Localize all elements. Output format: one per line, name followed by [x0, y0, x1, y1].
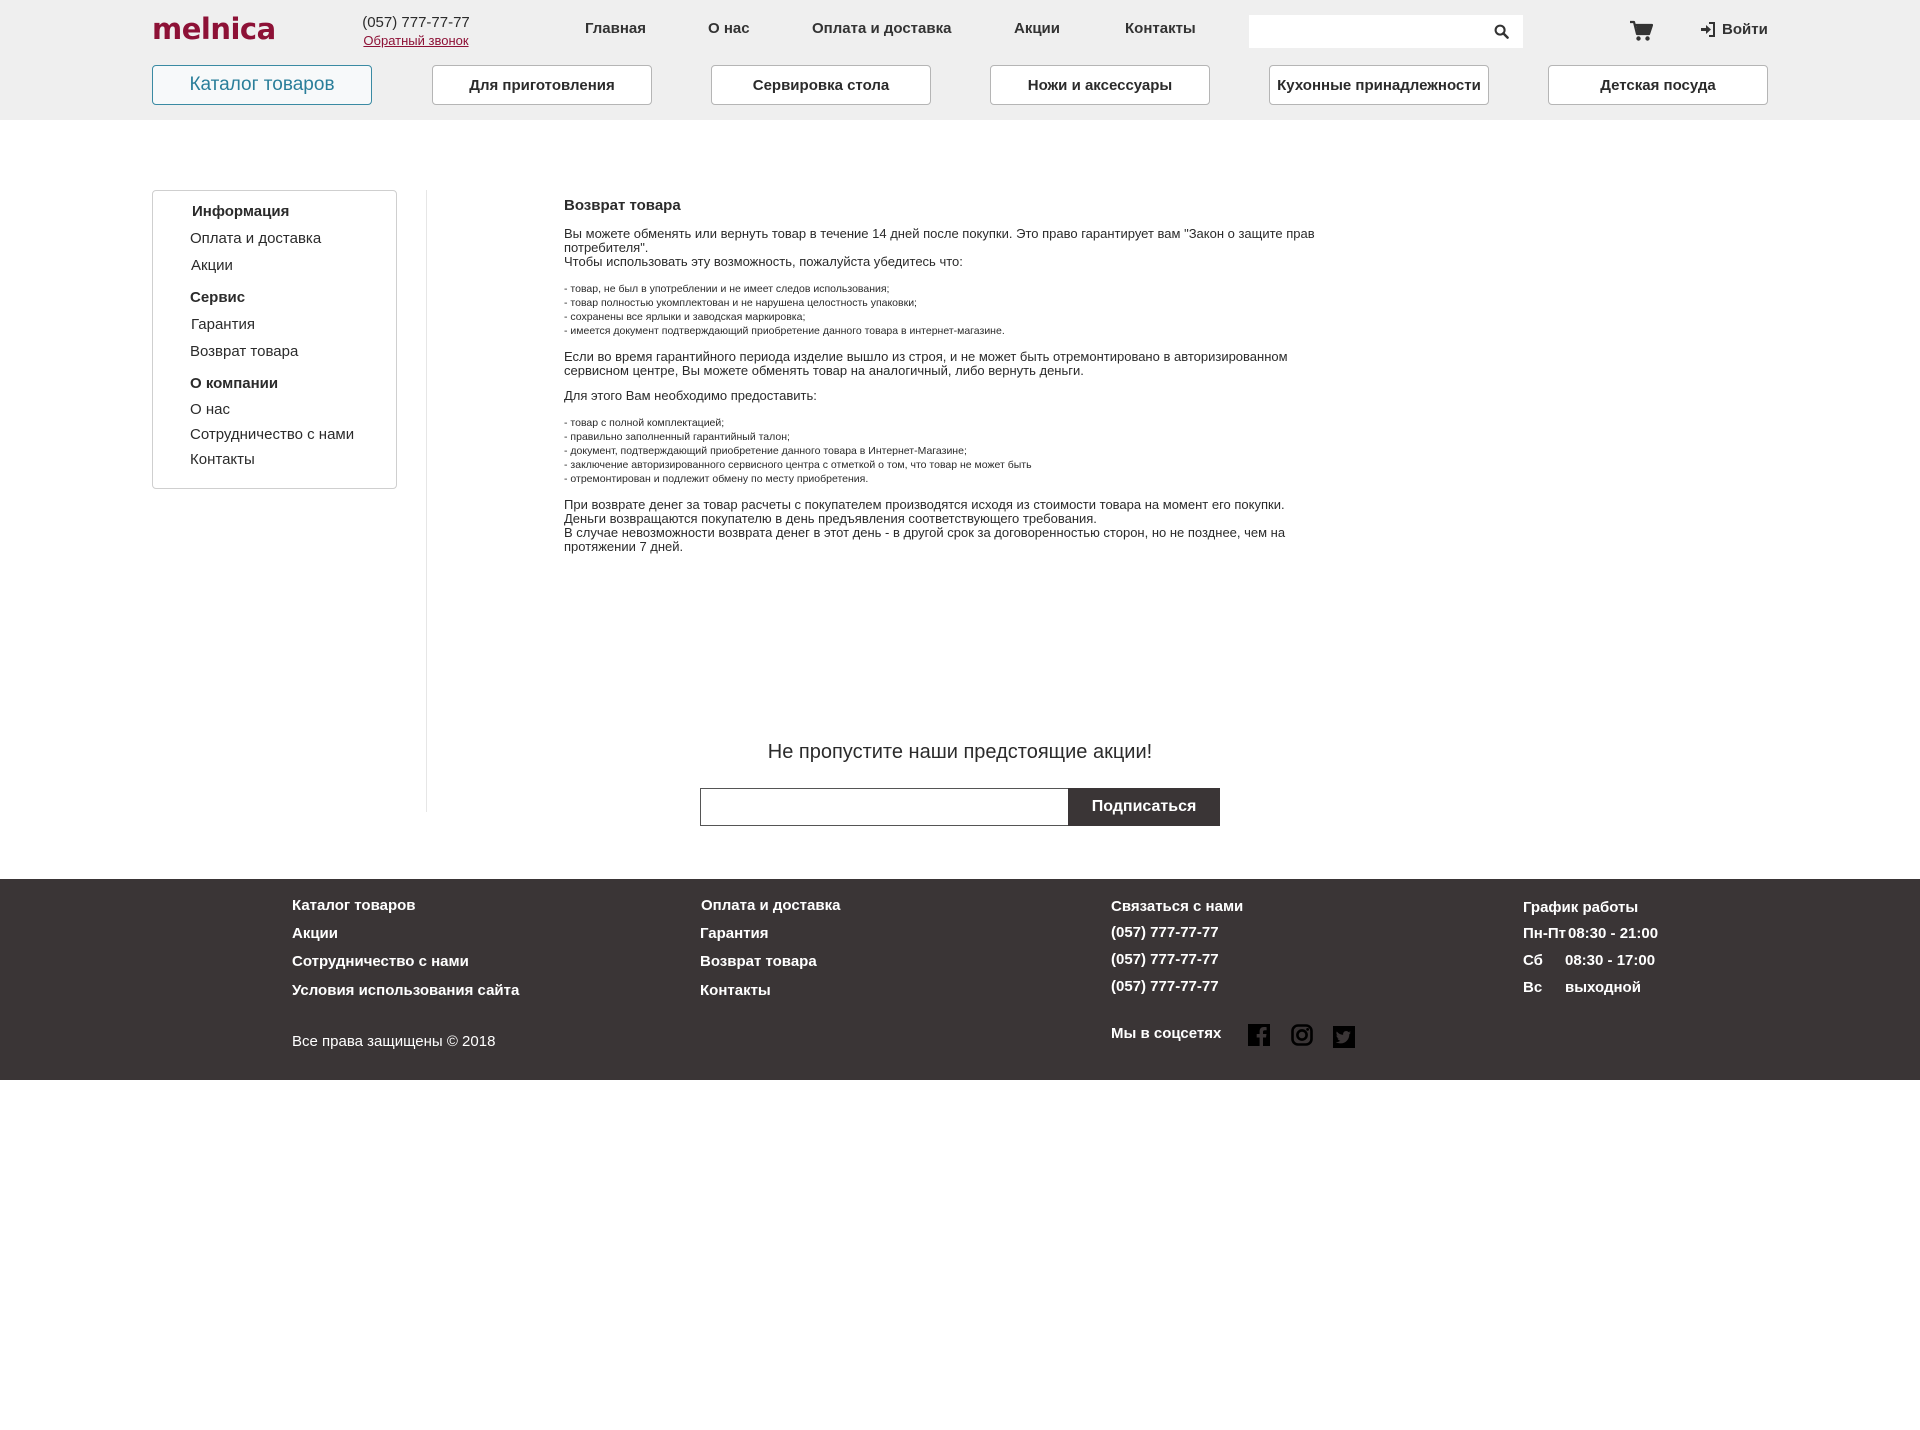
paragraph: При возврате денег за товар расчеты с по… — [564, 497, 1285, 512]
schedule-time: 08:30 - 17:00 — [1565, 952, 1656, 969]
cart-icon[interactable] — [1629, 20, 1653, 42]
search-box — [1249, 15, 1523, 48]
twitter-icon[interactable] — [1333, 1026, 1355, 1048]
login-label: Войти — [1722, 21, 1768, 38]
footer-link-contacts[interactable]: Контакты — [700, 982, 771, 999]
sidebar-item-cooperation[interactable]: Сотрудничество с нами — [190, 426, 354, 443]
content-divider — [426, 190, 427, 812]
nav-home[interactable]: Главная — [585, 20, 646, 37]
footer-link-catalog[interactable]: Каталог товаров — [292, 897, 416, 914]
site-header: melnica (057) 777-77-77 Обратный звонок … — [0, 0, 1920, 120]
footer-phone[interactable]: (057) 777-77-77 — [1111, 924, 1219, 941]
footer-link-payment-delivery[interactable]: Оплата и доставка — [701, 897, 840, 914]
schedule-time: выходной — [1565, 979, 1641, 996]
sidebar-item-returns[interactable]: Возврат товара — [190, 343, 298, 360]
callback-link[interactable]: Обратный звонок — [358, 33, 474, 48]
sidebar-item-warranty[interactable]: Гарантия — [191, 316, 255, 333]
schedule-day: Вс — [1523, 979, 1543, 996]
schedule-day: Сб — [1523, 952, 1543, 969]
subscribe-button[interactable]: Подписаться — [1068, 788, 1220, 826]
footer-phone[interactable]: (057) 777-77-77 — [1111, 978, 1219, 995]
copyright: Все права защищены © 2018 — [292, 1033, 496, 1050]
nav-about[interactable]: О нас — [708, 20, 750, 37]
subscribe-email-input[interactable] — [700, 788, 1070, 826]
paragraph: Если во время гарантийного периода издел… — [564, 349, 1288, 378]
sidebar-item-promotions[interactable]: Акции — [191, 257, 233, 274]
footer-link-promotions[interactable]: Акции — [292, 925, 338, 942]
footer-link-cooperation[interactable]: Сотрудничество с нами — [292, 953, 469, 970]
instagram-icon[interactable] — [1291, 1024, 1313, 1046]
sign-in-icon — [1701, 22, 1715, 37]
footer-link-returns[interactable]: Возврат товара — [700, 953, 817, 970]
category-kitchen-utensils[interactable]: Кухонные принадлежности — [1269, 65, 1489, 105]
documents-list: - товар с полной комплектацией; - правил… — [564, 416, 1354, 486]
login-button[interactable]: Войти — [1700, 21, 1768, 38]
nav-promotions[interactable]: Акции — [1014, 20, 1060, 37]
footer-link-terms[interactable]: Условия использования сайта — [292, 982, 519, 999]
subscribe-title: Не пропустите наши предстоящие акции! — [767, 741, 1153, 763]
list-item: - товар, не был в употреблении и не имее… — [564, 283, 890, 295]
list-item: - товар полностью укомплектован и не нар… — [564, 297, 917, 309]
contacts-heading: Связаться с нами — [1111, 898, 1244, 915]
site-footer: Каталог товаров Акции Сотрудничество с н… — [0, 879, 1920, 1080]
category-cooking[interactable]: Для приготовления — [432, 65, 652, 105]
catalog-button[interactable]: Каталог товаров — [152, 65, 372, 105]
sidebar-item-about[interactable]: О нас — [190, 401, 230, 418]
schedule-heading: График работы — [1523, 899, 1639, 916]
nav-contacts[interactable]: Контакты — [1125, 20, 1196, 37]
phone-block: (057) 777-77-77 Обратный звонок — [358, 14, 474, 48]
list-item: - имеется документ подтверждающий приобр… — [564, 325, 1005, 337]
list-item: - документ, подтверждающий приобретение … — [564, 445, 967, 457]
sidebar-heading-company: О компании — [190, 375, 279, 392]
paragraph: Вы можете обменять или вернуть товар в т… — [564, 226, 1315, 255]
footer-link-warranty[interactable]: Гарантия — [700, 925, 769, 942]
list-item: - отремонтирован и подлежит обмену по ме… — [564, 473, 869, 485]
page-title: Возврат товара — [564, 197, 681, 214]
category-tableware[interactable]: Сервировка стола — [711, 65, 931, 105]
sidebar-heading-info: Информация — [192, 203, 290, 220]
list-item: - заключение авторизированного сервисног… — [564, 459, 1032, 471]
list-item: - товар с полной комплектацией; — [564, 417, 725, 429]
paragraph: Для этого Вам необходимо предоставить: — [564, 388, 817, 403]
paragraph: Деньги возвращаются покупателю в день пр… — [564, 511, 1097, 526]
search-input[interactable] — [1249, 15, 1479, 48]
facebook-icon[interactable] — [1248, 1024, 1270, 1046]
sidebar: Информация Оплата и доставка Акции Серви… — [152, 190, 397, 489]
nav-payment-delivery[interactable]: Оплата и доставка — [812, 20, 951, 37]
social-label: Мы в соцсетях — [1111, 1025, 1222, 1042]
logo[interactable]: melnica — [152, 12, 276, 46]
category-knives[interactable]: Ножи и аксессуары — [990, 65, 1210, 105]
list-item: - правильно заполненный гарантийный тало… — [564, 431, 790, 443]
search-icon[interactable] — [1494, 24, 1509, 39]
conditions-list: - товар, не был в употреблении и не имее… — [564, 282, 1354, 338]
sidebar-item-payment-delivery[interactable]: Оплата и доставка — [190, 230, 321, 247]
sidebar-item-contacts[interactable]: Контакты — [190, 451, 255, 468]
sidebar-heading-service: Сервис — [190, 289, 246, 306]
schedule-time: 08:30 - 21:00 — [1568, 925, 1659, 942]
list-item: - сохранены все ярлыки и заводская марки… — [564, 311, 806, 323]
footer-phone[interactable]: (057) 777-77-77 — [1111, 951, 1219, 968]
paragraph: В случае невозможности возврата денег в … — [564, 525, 1286, 554]
article: Возврат товара Вы можете обменять или ве… — [564, 197, 1354, 554]
header-phone: (057) 777-77-77 — [362, 14, 470, 31]
paragraph: Чтобы использовать эту возможность, пожа… — [564, 254, 963, 269]
category-kids-tableware[interactable]: Детская посуда — [1548, 65, 1768, 105]
schedule-day: Пн-Пт — [1523, 925, 1566, 942]
